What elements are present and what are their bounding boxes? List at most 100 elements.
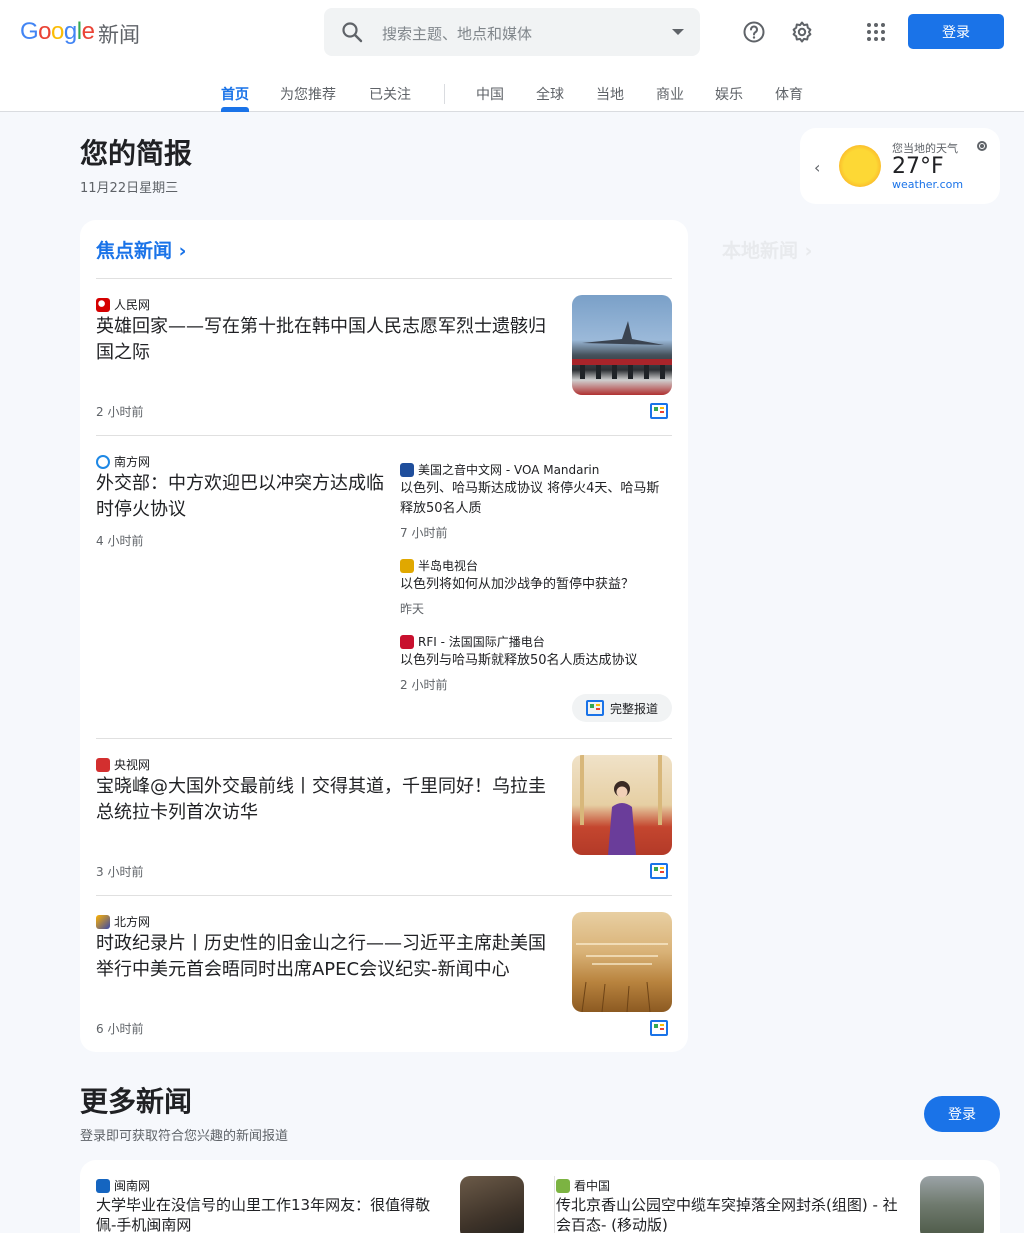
full-coverage-button[interactable]: 完整报道 (572, 694, 672, 722)
tab-local[interactable]: 当地 (596, 84, 624, 104)
more-news-subtitle: 登录即可获取符合您兴趣的新闻报道 (80, 1129, 289, 1144)
story-image[interactable] (572, 295, 672, 395)
divider (96, 895, 672, 896)
tab-entertainment[interactable]: 娱乐 (715, 84, 743, 104)
story-source[interactable]: 北方网 (96, 913, 150, 930)
top-bar: Google 新闻 搜索主题、地点和媒体 登录 首页 为您推荐 已关注 中国 全… (0, 0, 1024, 112)
active-tab-indicator (221, 107, 249, 112)
story-source[interactable]: 央视网 (96, 756, 150, 773)
source-name: RFI - 法国国际广播电台 (418, 635, 545, 649)
divider (96, 435, 672, 436)
top-stories-heading[interactable]: 焦点新闻 › (96, 236, 186, 263)
full-coverage-label: 完整报道 (610, 701, 659, 716)
source-name: 闽南网 (114, 1179, 151, 1193)
more-news-card: 闽南网 大学毕业在没信号的山里工作13年网友：很值得敬佩-手机闽南网 看中国 传… (80, 1160, 1000, 1233)
story-image[interactable] (572, 755, 672, 855)
divider (554, 1176, 555, 1233)
related-source[interactable]: RFI - 法国国际广播电台 (400, 633, 545, 650)
story-source[interactable]: 南方网 (96, 453, 150, 470)
full-coverage-icon[interactable] (650, 1020, 668, 1036)
full-coverage-icon[interactable] (650, 863, 668, 879)
product-name[interactable]: 新闻 (98, 19, 140, 49)
tab-world[interactable]: 全球 (536, 84, 564, 104)
tab-business[interactable]: 商业 (656, 84, 684, 104)
divider (96, 738, 672, 739)
mnw-logo (96, 1178, 110, 1193)
top-stories-card: 焦点新闻 › 人民网 英雄回家——写在第十批在韩中国人民志愿军烈士遗骸归国之际 … (80, 220, 688, 1052)
tab-for-you[interactable]: 为您推荐 (280, 84, 336, 104)
source-name: 看中国 (574, 1179, 611, 1193)
location-icon[interactable] (977, 141, 987, 151)
story-headline[interactable]: 宝晓峰@大国外交最前线丨交得其道，千里同好！乌拉圭总统拉卡列首次访华 (96, 774, 558, 826)
sun-icon (839, 145, 881, 187)
login-button[interactable]: 登录 (908, 14, 1004, 49)
weather-source-link[interactable]: weather.com (892, 178, 963, 191)
local-news-title: 本地新闻 (722, 240, 799, 262)
weather-widget[interactable]: ‹ 您当地的天气 27°F weather.com (800, 128, 1000, 204)
related-time: 2 小时前 (400, 678, 448, 692)
story-headline[interactable]: 英雄回家——写在第十批在韩中国人民志愿军烈士遗骸归国之际 (96, 314, 558, 366)
story-headline[interactable]: 时政纪录片丨历史性的旧金山之行——习近平主席赴美国举行中美元首会晤同时出席APE… (96, 931, 562, 983)
story-time: 2 小时前 (96, 405, 144, 419)
story-time: 3 小时前 (96, 865, 144, 879)
tab-home[interactable]: 首页 (221, 84, 249, 104)
chevron-right-icon: › (178, 240, 187, 262)
story-headline[interactable]: 大学毕业在没信号的山里工作13年网友：很值得敬佩-手机闽南网 (96, 1195, 446, 1233)
story-source[interactable]: 闽南网 (96, 1177, 150, 1194)
related-headline[interactable]: 以色列与哈马斯就释放50名人质达成协议 (400, 651, 672, 671)
related-headline[interactable]: 以色列、哈马斯达成协议 将停火4天、哈马斯释放50名人质 (400, 479, 672, 519)
tab-following[interactable]: 已关注 (369, 84, 411, 104)
google-logo[interactable]: Google (20, 18, 95, 46)
briefing-title: 您的简报 (80, 137, 193, 170)
related-source[interactable]: 半岛电视台 (400, 557, 478, 574)
top-stories-title: 焦点新闻 (96, 240, 173, 262)
help-icon[interactable] (740, 18, 768, 46)
story-image[interactable] (460, 1176, 524, 1233)
source-name: 美国之音中文网 - VOA Mandarin (418, 463, 600, 477)
full-coverage-icon[interactable] (650, 403, 668, 419)
full-coverage-icon (586, 700, 604, 716)
chevron-right-icon: › (804, 240, 813, 262)
divider (96, 278, 672, 279)
apps-grid-icon[interactable] (862, 18, 890, 46)
search-icon[interactable] (340, 20, 364, 44)
southcn-logo (96, 454, 110, 469)
settings-icon[interactable] (788, 18, 816, 46)
search-input[interactable]: 搜索主题、地点和媒体 (382, 23, 532, 44)
story-image[interactable] (572, 912, 672, 1012)
local-news-heading[interactable]: 本地新闻 › (722, 236, 812, 263)
story-time: 6 小时前 (96, 1022, 144, 1036)
tab-divider (444, 84, 445, 104)
aljazeera-logo (400, 558, 414, 573)
source-name: 北方网 (114, 915, 151, 929)
people-daily-logo (96, 297, 110, 312)
source-name: 央视网 (114, 758, 151, 772)
story-headline[interactable]: 传北京香山公园空中缆车突掉落全网封杀(组图) - 社会百态- (移动版) (556, 1195, 906, 1233)
more-news-title: 更多新闻 (80, 1085, 193, 1118)
source-name: 半岛电视台 (418, 559, 479, 573)
rfi-logo (400, 634, 414, 649)
search-dropdown-icon[interactable] (672, 29, 684, 35)
related-time: 昨天 (400, 602, 425, 616)
briefing-date: 11月22日星期三 (80, 181, 179, 196)
chevron-left-icon[interactable]: ‹ (814, 158, 820, 177)
source-name: 南方网 (114, 455, 151, 469)
story-time: 4 小时前 (96, 534, 144, 548)
search-box[interactable]: 搜索主题、地点和媒体 (324, 8, 700, 56)
related-time: 7 小时前 (400, 526, 448, 540)
story-image[interactable] (920, 1176, 984, 1233)
voa-logo (400, 462, 414, 477)
tab-sports[interactable]: 体育 (775, 84, 803, 104)
story-headline[interactable]: 外交部：中方欢迎巴以冲突方达成临时停火协议 (96, 471, 386, 523)
more-news-login-button[interactable]: 登录 (924, 1096, 1000, 1132)
enorth-logo (96, 914, 110, 929)
story-source[interactable]: 看中国 (556, 1177, 610, 1194)
tab-china[interactable]: 中国 (476, 84, 504, 104)
weather-temperature: 27°F (892, 154, 944, 179)
source-name: 人民网 (114, 298, 151, 312)
related-source[interactable]: 美国之音中文网 - VOA Mandarin (400, 461, 599, 478)
related-headline[interactable]: 以色列将如何从加沙战争的暂停中获益？ (400, 575, 672, 595)
cctv-logo (96, 757, 110, 772)
secretchina-logo (556, 1178, 570, 1193)
story-source[interactable]: 人民网 (96, 296, 150, 313)
